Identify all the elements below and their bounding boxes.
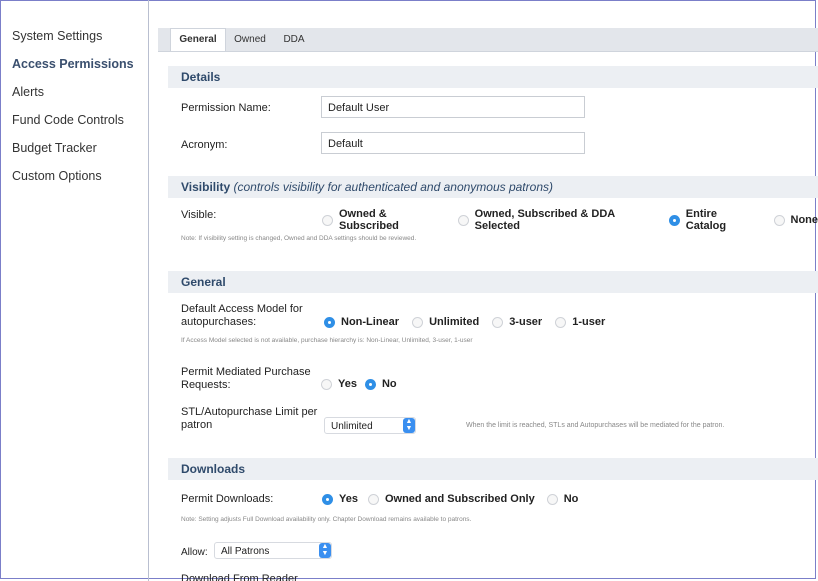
- main-content: General Owned DDA Details Permission Nam…: [158, 28, 818, 581]
- visibility-option-owned-subscribed-dda[interactable]: Owned, Subscribed & DDA Selected: [457, 208, 657, 232]
- details-section-heading: Details: [168, 66, 818, 88]
- sidebar-item-access-permissions[interactable]: Access Permissions: [12, 56, 148, 84]
- access-model-option-label: 1-user: [572, 316, 606, 328]
- downloads-section-heading: Downloads: [168, 458, 818, 480]
- mediated-option-no[interactable]: No: [364, 378, 397, 390]
- stl-limit-note: When the limit is reached, STLs and Auto…: [466, 422, 725, 429]
- access-model-option-1-user[interactable]: 1-user: [555, 316, 605, 328]
- access-model-option-3-user[interactable]: 3-user: [492, 316, 542, 328]
- access-model-note: If Access Model selected is not availabl…: [181, 337, 473, 344]
- radio-mediated-no[interactable]: [364, 378, 376, 390]
- visibility-option-entire-catalog[interactable]: Entire Catalog: [668, 208, 758, 232]
- tab-bar: General Owned DDA: [158, 28, 818, 52]
- mediated-purchase-label: Permit Mediated Purchase Requests:: [181, 366, 311, 392]
- radio-downloads-no[interactable]: [546, 493, 558, 505]
- radio-entire-catalog[interactable]: [668, 214, 680, 226]
- sidebar: System Settings Access Permissions Alert…: [12, 28, 148, 196]
- visibility-option-label: None: [790, 214, 818, 226]
- tab-owned[interactable]: Owned: [228, 28, 272, 51]
- details-heading-text: Details: [181, 70, 221, 84]
- access-model-label-line: Default Access Model for: [181, 303, 303, 315]
- tab-general[interactable]: General: [170, 28, 226, 51]
- permit-downloads-option-no[interactable]: No: [546, 493, 579, 505]
- radio-mediated-yes[interactable]: [321, 378, 332, 390]
- visibility-heading-text: Visibility: [181, 180, 231, 194]
- mediated-option-yes[interactable]: Yes: [321, 378, 357, 390]
- sidebar-item-alerts[interactable]: Alerts: [12, 84, 148, 112]
- radio-1-user[interactable]: [555, 316, 567, 328]
- visibility-heading-note: (controls visibility for authenticated a…: [233, 180, 553, 194]
- mediated-label-line: Permit Mediated Purchase: [181, 366, 311, 378]
- allow-value: All Patrons: [221, 546, 270, 557]
- visibility-section-heading: Visibility (controls visibility for auth…: [168, 176, 818, 198]
- general-heading-text: General: [181, 275, 226, 289]
- permit-downloads-radio-group: Yes Owned and Subscribed Only No: [322, 493, 578, 505]
- access-model-option-label: Unlimited: [429, 316, 480, 328]
- sidebar-item-budget-tracker[interactable]: Budget Tracker: [12, 140, 148, 168]
- permit-downloads-option-yes[interactable]: Yes: [322, 493, 358, 505]
- stl-limit-value: Unlimited: [331, 421, 373, 432]
- access-model-option-non-linear[interactable]: Non-Linear: [324, 316, 399, 328]
- permit-downloads-option-label: Yes: [339, 493, 358, 505]
- stl-label-line: STL/Autopurchase Limit per: [181, 406, 318, 418]
- general-section-heading: General: [168, 271, 818, 293]
- sidebar-item-system-settings[interactable]: System Settings: [12, 28, 148, 56]
- visibility-radio-group: Owned & Subscribed Owned, Subscribed & D…: [322, 208, 818, 232]
- stl-limit-select[interactable]: Unlimited ▲ ▼: [324, 417, 416, 434]
- permit-downloads-option-label: Owned and Subscribed Only: [384, 493, 535, 505]
- visibility-option-owned-subscribed[interactable]: Owned & Subscribed: [322, 208, 446, 232]
- access-model-label: Default Access Model for autopurchases:: [181, 303, 303, 329]
- sidebar-divider: [148, 0, 149, 581]
- access-model-option-label: 3-user: [509, 316, 543, 328]
- radio-owned-subscribed-dda[interactable]: [457, 214, 469, 226]
- access-model-label-line: autopurchases:: [181, 316, 257, 328]
- stl-limit-label: STL/Autopurchase Limit per patron: [181, 406, 317, 432]
- acronym-label: Acronym:: [181, 139, 228, 151]
- radio-none[interactable]: [773, 214, 785, 226]
- mediated-option-label: Yes: [338, 378, 357, 390]
- radio-owned-subscribed[interactable]: [322, 214, 333, 226]
- access-model-option-label: Non-Linear: [341, 316, 400, 328]
- permit-downloads-option-label: No: [563, 493, 579, 505]
- visibility-option-label: Owned & Subscribed: [339, 208, 399, 232]
- sidebar-item-fund-code-controls[interactable]: Fund Code Controls: [12, 112, 148, 140]
- select-arrows-icon: ▲ ▼: [403, 418, 415, 433]
- download-from-reader-label: Download From Reader: [181, 573, 298, 581]
- downloads-heading-text: Downloads: [181, 462, 246, 476]
- mediated-option-label: No: [381, 378, 397, 390]
- sidebar-item-custom-options[interactable]: Custom Options: [12, 168, 148, 196]
- visibility-note: Note: If visibility setting is changed, …: [181, 235, 417, 242]
- permission-name-label: Permission Name:: [181, 102, 271, 114]
- visibility-option-label: Owned, Subscribed & DDA Selected: [474, 208, 615, 232]
- permit-downloads-label: Permit Downloads:: [181, 493, 274, 505]
- permission-name-field[interactable]: Default User: [321, 96, 585, 118]
- mediated-label-line: Requests:: [181, 379, 231, 391]
- permit-downloads-note: Note: Setting adjusts Full Download avai…: [181, 516, 472, 523]
- stl-label-line: patron: [181, 419, 213, 431]
- tab-dda[interactable]: DDA: [276, 28, 312, 51]
- radio-downloads-yes[interactable]: [322, 493, 333, 505]
- visibility-option-none[interactable]: None: [773, 214, 818, 226]
- visibility-option-label: Entire Catalog: [685, 208, 727, 232]
- radio-downloads-owned-subscribed[interactable]: [367, 493, 379, 505]
- radio-3-user[interactable]: [492, 316, 504, 328]
- radio-non-linear[interactable]: [324, 316, 335, 328]
- access-model-radio-group: Non-Linear Unlimited 3-user 1-user: [324, 316, 605, 328]
- select-arrows-icon: ▲ ▼: [319, 543, 331, 558]
- access-model-option-unlimited[interactable]: Unlimited: [412, 316, 479, 328]
- radio-unlimited[interactable]: [412, 316, 424, 328]
- allow-select[interactable]: All Patrons ▲ ▼: [214, 542, 332, 559]
- mediated-radio-group: Yes No: [321, 378, 397, 390]
- visible-label: Visible:: [181, 209, 217, 221]
- acronym-field[interactable]: Default: [321, 132, 585, 154]
- permit-downloads-option-owned-subscribed[interactable]: Owned and Subscribed Only: [367, 493, 535, 505]
- allow-label: Allow:: [181, 547, 208, 558]
